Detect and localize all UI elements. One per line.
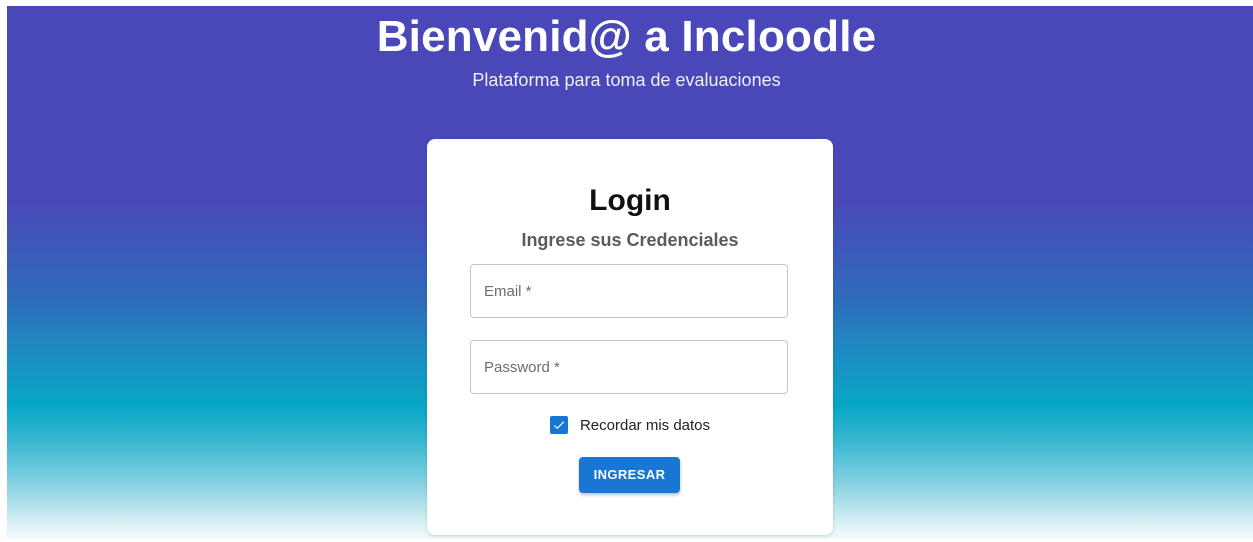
remember-me-label: Recordar mis datos — [579, 416, 711, 434]
password-field-container — [470, 340, 788, 394]
password-field[interactable] — [471, 341, 787, 393]
remember-me-row: Recordar mis datos — [427, 413, 833, 437]
page-subtitle: Plataforma para toma de evaluaciones — [472, 70, 781, 90]
login-title: Login — [589, 184, 671, 217]
login-card: Login Ingrese sus Credenciales Recordar … — [427, 139, 833, 535]
login-button[interactable]: INGRESAR — [579, 457, 680, 493]
page-title: Bienvenid@ a Incloodle — [376, 12, 877, 61]
email-field[interactable] — [471, 265, 787, 317]
email-field-container — [470, 264, 788, 318]
login-subtitle: Ingrese sus Credenciales — [521, 230, 739, 250]
page: Bienvenid@ a Incloodle Plataforma para t… — [0, 0, 1253, 542]
check-icon — [553, 421, 565, 430]
remember-me-checkbox[interactable] — [549, 416, 568, 434]
